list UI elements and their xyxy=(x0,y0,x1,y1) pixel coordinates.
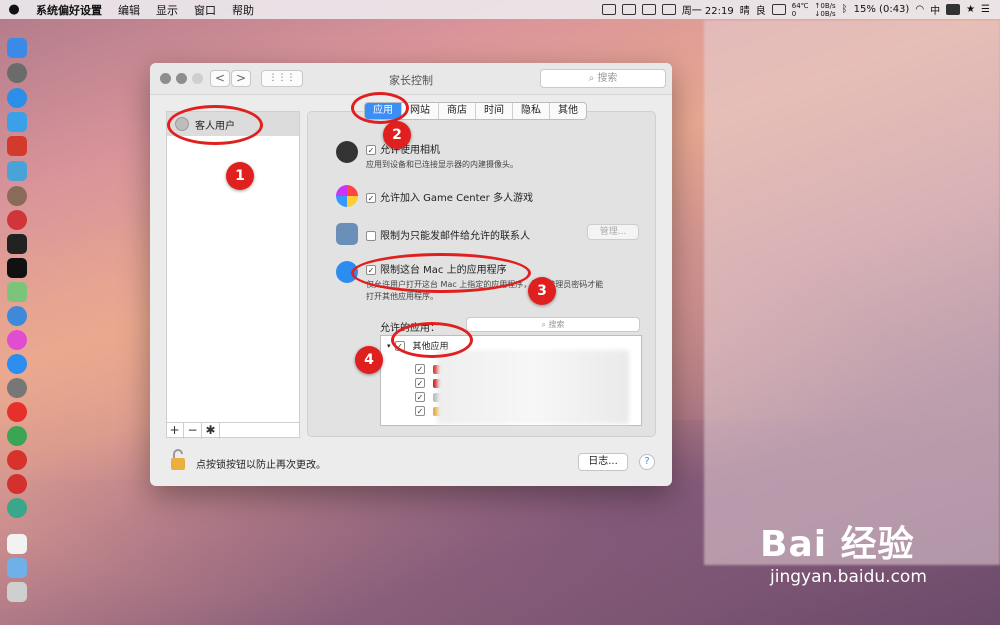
app-checkbox[interactable]: ✓ xyxy=(415,406,425,416)
annotation-ring-1 xyxy=(167,105,263,145)
vivaldi-icon[interactable] xyxy=(7,474,27,494)
activity-monitor-icon[interactable] xyxy=(7,234,27,254)
app-checkbox[interactable]: ✓ xyxy=(415,378,425,388)
search-input[interactable]: ⌕ 搜索 xyxy=(540,69,666,88)
limit-apps-description-2: 打开其他应用程序。 xyxy=(366,292,438,301)
tab-privacy[interactable]: 隐私 xyxy=(513,103,550,119)
manage-button[interactable]: 管理... xyxy=(587,224,639,240)
camera-option: ✓ 允许使用相机 应用到设备和已连接显示器的内建摄像头。 xyxy=(336,141,518,170)
sogou-icon[interactable] xyxy=(946,4,961,15)
game-center-icon xyxy=(336,185,358,207)
dock xyxy=(0,36,34,606)
camera-description: 应用到设备和已连接显示器的内建摄像头。 xyxy=(366,160,518,169)
system-preferences-icon[interactable] xyxy=(7,378,27,398)
launchpad-icon[interactable] xyxy=(7,63,27,83)
mail-icon xyxy=(336,223,358,245)
tab-other[interactable]: 其他 xyxy=(550,103,586,119)
folder-icon[interactable] xyxy=(601,4,616,15)
app-store-icon[interactable] xyxy=(7,354,27,374)
monitor-icon[interactable] xyxy=(641,4,656,15)
mail-option: 限制为只能发邮件给允许的联系人 xyxy=(336,223,530,245)
menu-list-icon[interactable]: ☰ xyxy=(981,4,990,15)
annotation-ring-4 xyxy=(391,322,473,358)
netease-music-icon[interactable] xyxy=(7,450,27,470)
safari-icon[interactable] xyxy=(7,88,27,108)
app-checkbox[interactable]: ✓ xyxy=(415,364,425,374)
status-area: 周一 22:19 晴 良 64℃ 0 ↑0B/s ↓0B/s ᛒ 15% (0:43… xyxy=(601,1,1000,18)
bluetooth-icon[interactable]: ᛒ xyxy=(842,4,848,15)
yandex-icon[interactable] xyxy=(7,402,27,422)
annotation-number-3: 3 xyxy=(528,277,556,305)
migration-icon[interactable] xyxy=(7,306,27,326)
annotation-number-1: 1 xyxy=(226,162,254,190)
battery-status[interactable]: 15% (0:43) xyxy=(854,4,910,15)
titlebar: < > ⋮⋮⋮ 家长控制 ⌕ 搜索 xyxy=(150,63,672,95)
maps-icon[interactable] xyxy=(7,282,27,302)
terminal-icon[interactable] xyxy=(7,258,27,278)
weather: 晴 xyxy=(739,6,750,17)
menu-app-name[interactable]: 系统偏好设置 xyxy=(28,2,110,18)
gamecenter-checkbox[interactable]: ✓ xyxy=(366,193,376,203)
watermark-url: jingyan.baidu.com xyxy=(770,567,927,587)
disclosure-triangle-icon[interactable]: ▾ xyxy=(387,342,391,350)
chrome-icon[interactable] xyxy=(7,426,27,446)
remove-user-button[interactable]: − xyxy=(184,423,202,439)
net-speed: ↑0B/s ↓0B/s xyxy=(814,1,836,18)
music-app-icon[interactable] xyxy=(7,210,27,230)
annotation-number-4: 4 xyxy=(355,346,383,374)
browser-icon[interactable] xyxy=(7,498,27,518)
watermark-logo: Bai 经验 xyxy=(760,524,915,565)
menu-window[interactable]: 窗口 xyxy=(186,2,224,18)
wifi-extra-icon[interactable] xyxy=(771,4,786,15)
camera-checkbox[interactable]: ✓ xyxy=(366,145,376,155)
menu-help[interactable]: 帮助 xyxy=(224,2,262,18)
contacts-icon[interactable] xyxy=(7,112,27,132)
trash-icon[interactable] xyxy=(7,582,27,602)
photo-app-icon[interactable] xyxy=(7,186,27,206)
gear-icon[interactable]: ✱ xyxy=(202,423,220,439)
tab-stores[interactable]: 商店 xyxy=(439,103,476,119)
help-button[interactable]: ? xyxy=(639,454,655,470)
baidu-watermark: Bai 经验 jingyan.baidu.com xyxy=(760,515,927,587)
user-list-tools: + − ✱ xyxy=(166,422,300,439)
tab-time[interactable]: 时间 xyxy=(476,103,513,119)
gamecenter-label: 允许加入 Game Center 多人游戏 xyxy=(380,193,533,204)
blurred-app-names xyxy=(437,350,629,424)
mail-label: 限制为只能发邮件给允许的联系人 xyxy=(380,231,530,242)
folder-dock-icon[interactable] xyxy=(7,558,27,578)
annotation-ring-2 xyxy=(351,92,409,124)
app-checkbox[interactable]: ✓ xyxy=(415,392,425,402)
wifi-icon[interactable]: ◠ xyxy=(915,4,924,15)
logs-button[interactable]: 日志... xyxy=(578,453,628,471)
finder-icon[interactable] xyxy=(7,38,27,58)
menu-edit[interactable]: 编辑 xyxy=(110,2,148,18)
mail-checkbox[interactable] xyxy=(366,231,376,241)
camera-icon xyxy=(336,141,358,163)
cloud-icon[interactable] xyxy=(621,4,636,15)
air-quality: 良 xyxy=(755,6,766,17)
datetime[interactable]: 周一 22:19 xyxy=(682,2,734,17)
itunes-icon[interactable] xyxy=(7,330,27,350)
grid-icon[interactable] xyxy=(661,4,676,15)
migrate-icon[interactable] xyxy=(7,161,27,181)
input-method[interactable]: 中 xyxy=(930,2,940,17)
apps-search-input[interactable]: ⌕ 搜索 xyxy=(466,317,640,332)
gamecenter-option: ✓ 允许加入 Game Center 多人游戏 xyxy=(336,185,533,207)
menu-view[interactable]: 显示 xyxy=(148,2,186,18)
annotation-number-2: 2 xyxy=(383,121,411,149)
search-icon: ⌕ xyxy=(541,320,549,329)
star-icon[interactable]: ★ xyxy=(966,4,975,15)
blurred-region xyxy=(704,20,1000,565)
lock-icon[interactable] xyxy=(170,449,185,470)
apple-menu-icon[interactable]: ● xyxy=(0,2,28,17)
lock-message: 点按锁按钮以防止再次更改。 xyxy=(196,460,326,471)
user-list: 客人用户 xyxy=(166,111,300,438)
temp-indicator: 64℃ 0 xyxy=(791,1,809,18)
notes-app-icon[interactable] xyxy=(7,136,27,156)
add-user-button[interactable]: + xyxy=(166,423,184,439)
document-icon[interactable] xyxy=(7,534,27,554)
annotation-ring-3 xyxy=(351,253,531,293)
menubar: ● 系统偏好设置 编辑 显示 窗口 帮助 周一 22:19 晴 良 64℃ 0 ↑… xyxy=(0,0,1000,19)
